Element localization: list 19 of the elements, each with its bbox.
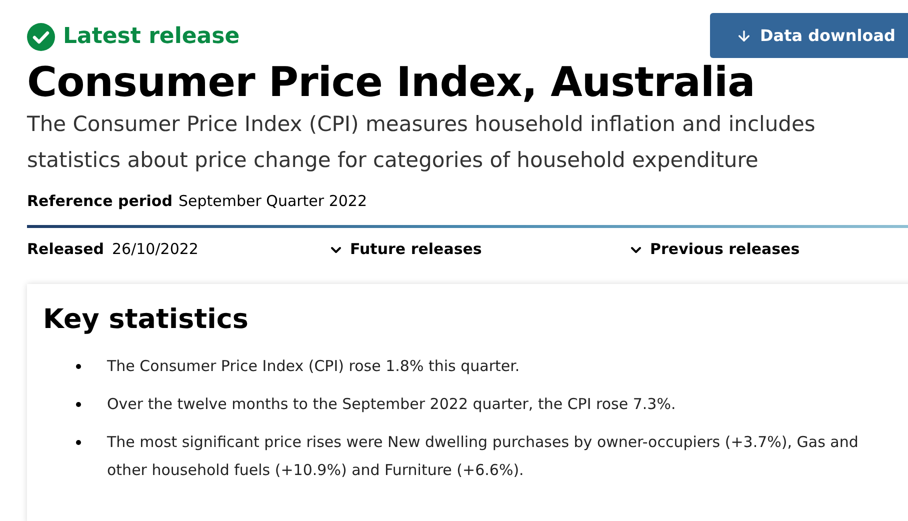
reference-period-value: September Quarter 2022 [178, 191, 368, 212]
download-button[interactable]: Data download [710, 13, 908, 58]
bullet-icon [76, 440, 81, 444]
arrow-down-icon [736, 28, 752, 44]
statistic-text: Over the twelve months to the September 2022 quarter, the CPI rose 7.3%. [107, 394, 677, 414]
check-circle-icon [27, 23, 55, 51]
bullet-icon [76, 364, 81, 368]
statistic-text: The most significant price rises were New dwelling purchases by owner-occupiers (+3.7%), Gas and other household fuels (+10.9%) and Furniture (+6.6%). [107, 432, 860, 480]
release-toggle[interactable]: Previous releases [628, 238, 800, 261]
release-toggle[interactable]: Future releases [328, 238, 628, 261]
page-title: Consumer Price Index, Australia [27, 57, 756, 108]
page-description: The Consumer Price Index (CPI) measures household inflation and includes statistics about price change for categories of household expenditure [27, 111, 816, 174]
bullet-icon [76, 402, 81, 406]
reference-period-label: Reference period [27, 191, 172, 212]
status-label: Latest release [63, 26, 240, 48]
key-statistics-heading: Key statistics [43, 302, 250, 336]
statistic-text: The Consumer Price Index (CPI) rose 1.8% this quarter. [107, 356, 521, 376]
released-date: 26/10/2022 [112, 239, 198, 260]
released-label: Released [27, 239, 104, 260]
